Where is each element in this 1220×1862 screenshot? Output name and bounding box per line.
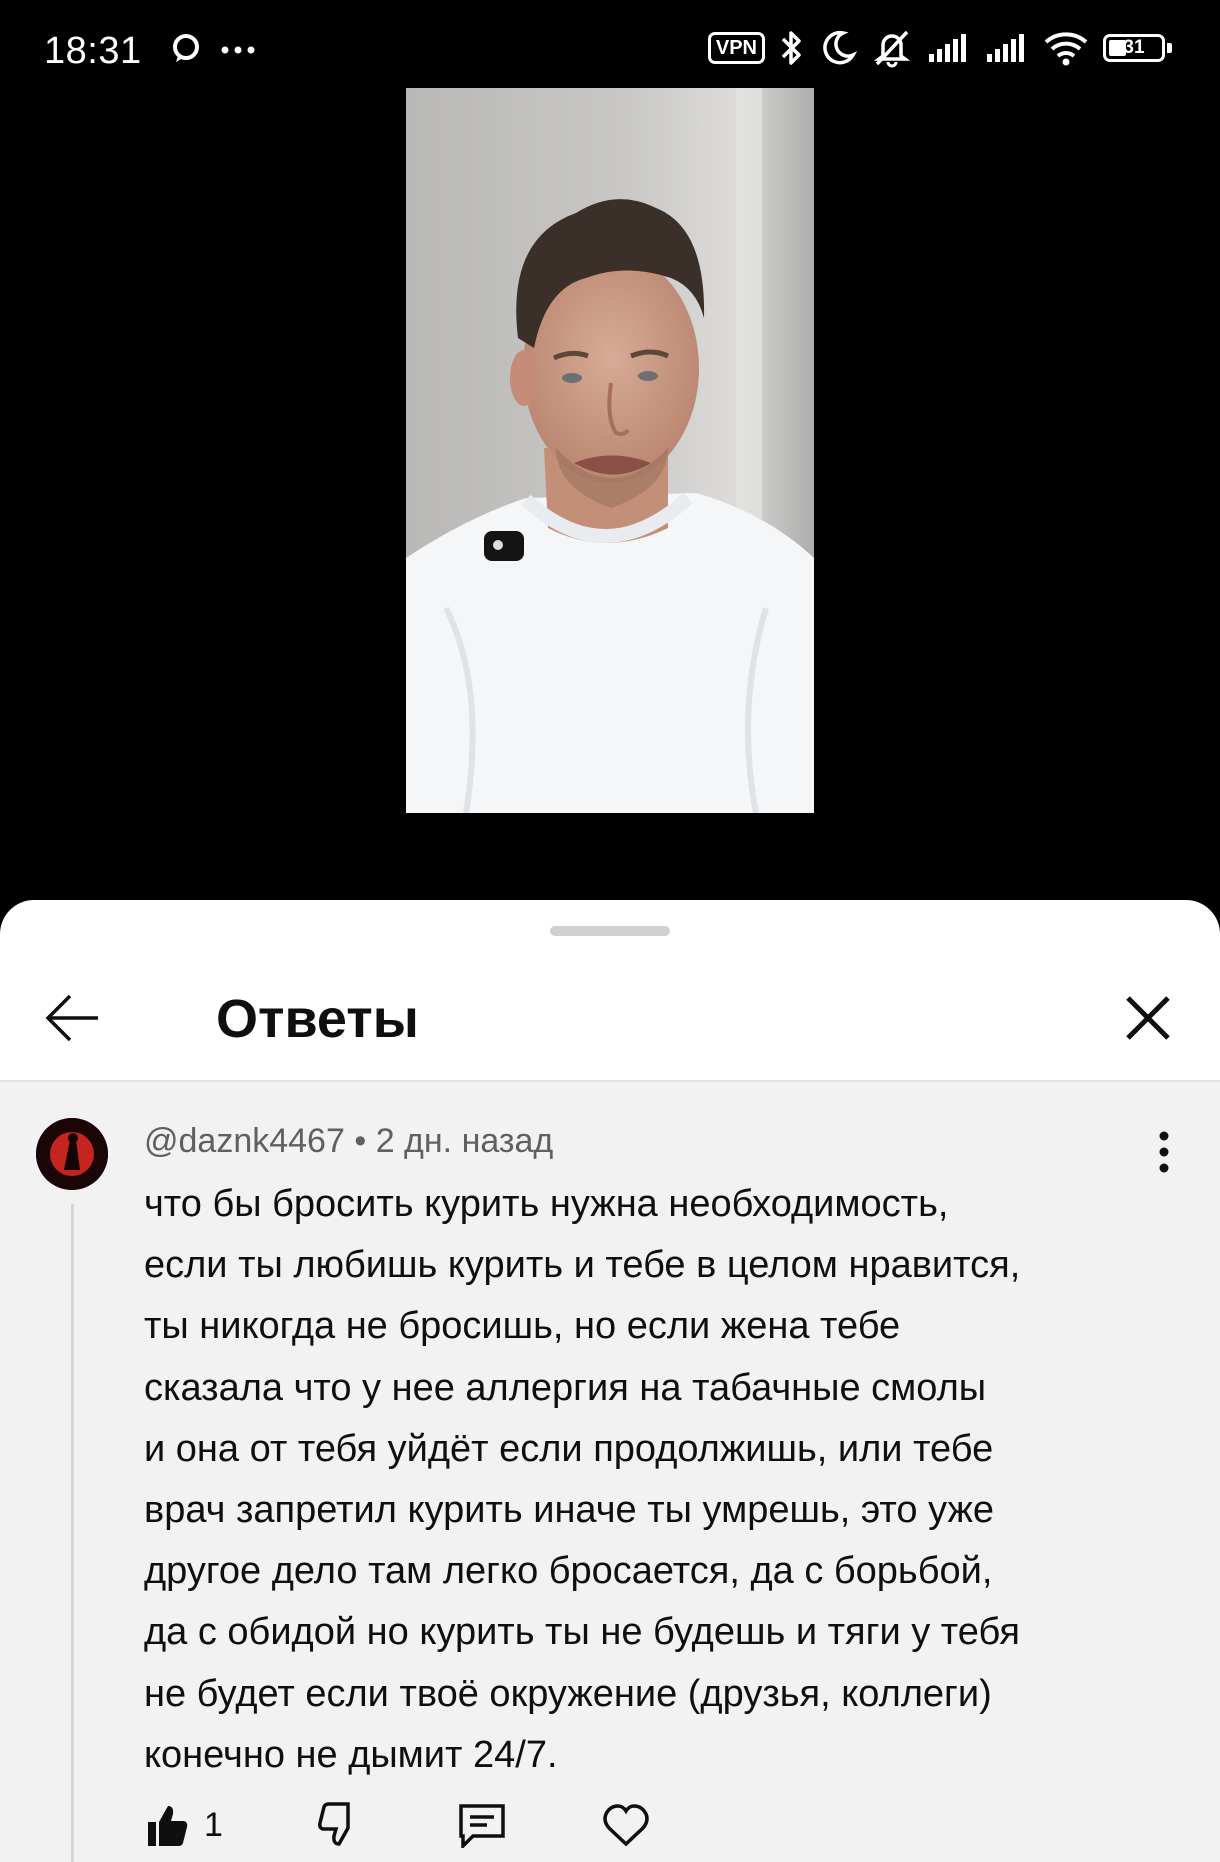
- avatar[interactable]: [36, 1118, 108, 1190]
- reply-button[interactable]: [457, 1802, 507, 1848]
- moon-icon: [819, 29, 857, 67]
- sheet-header: Ответы: [0, 950, 1220, 1082]
- status-left-icons: [170, 32, 256, 69]
- close-icon: [1126, 996, 1170, 1040]
- vpn-icon: VPN: [707, 32, 765, 64]
- signal-icon: [927, 32, 971, 64]
- dislike-button[interactable]: [317, 1802, 363, 1848]
- meta-separator: •: [354, 1122, 367, 1160]
- back-arrow-icon: [45, 994, 98, 1042]
- replies-sheet: Ответы @daznk4467 • 2 дн. назад что бы б…: [0, 900, 1220, 1862]
- comment-more-button[interactable]: [1144, 1122, 1184, 1182]
- like-count: 1: [204, 1805, 223, 1844]
- comment-thread: @daznk4467 • 2 дн. назад что бы бросить …: [0, 1082, 1220, 1862]
- status-bar: 18:31 VPN 31: [0, 0, 1220, 100]
- video-frame[interactable]: [406, 88, 814, 813]
- drag-handle[interactable]: [550, 926, 670, 936]
- like-button[interactable]: 1: [144, 1802, 223, 1848]
- reply-icon: [459, 1804, 505, 1848]
- more-vert-icon: [1159, 1131, 1169, 1173]
- message-icon: [170, 32, 202, 69]
- bluetooth-icon: [779, 28, 805, 68]
- mute-icon: [871, 28, 913, 68]
- comment-age: 2 дн. назад: [375, 1122, 554, 1160]
- battery-level: 31: [1123, 37, 1145, 58]
- more-icon: [220, 42, 256, 60]
- thread-line: [71, 1204, 74, 1862]
- video-player[interactable]: [0, 88, 1220, 900]
- dislike-icon: [317, 1802, 350, 1846]
- signal-icon: [985, 32, 1029, 64]
- like-icon: [148, 1806, 188, 1846]
- comment-actions: 1: [144, 1802, 745, 1848]
- close-button[interactable]: [1116, 986, 1180, 1050]
- wifi-icon: [1043, 30, 1089, 66]
- comment-text: что бы бросить курить нужна необходимост…: [144, 1183, 1021, 1776]
- status-right-icons: VPN 31: [707, 28, 1172, 68]
- back-button[interactable]: [40, 986, 104, 1050]
- heart-button[interactable]: [601, 1802, 651, 1848]
- heart-icon: [603, 1804, 649, 1847]
- comment-meta: @daznk4467 • 2 дн. назад: [144, 1122, 553, 1161]
- sheet-title: Ответы: [216, 989, 419, 1049]
- vpn-label: VPN: [715, 37, 757, 59]
- status-time: 18:31: [44, 30, 142, 72]
- battery-icon: 31: [1103, 34, 1172, 62]
- comment-author[interactable]: @daznk4467: [144, 1122, 345, 1160]
